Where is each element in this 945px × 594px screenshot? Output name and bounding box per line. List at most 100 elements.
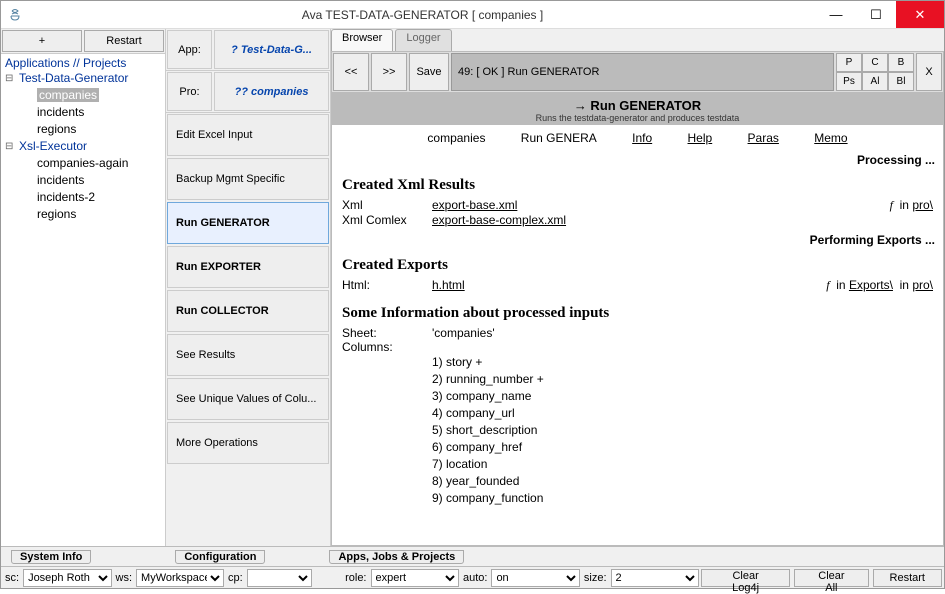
- column-item: 9) company_function: [432, 490, 933, 507]
- browser-viewport[interactable]: → Run GENERATOR Runs the testdata-genera…: [331, 93, 944, 546]
- bl-button[interactable]: Bl: [888, 72, 914, 91]
- pro-link[interactable]: pro\: [912, 198, 933, 212]
- clear-log4j-button[interactable]: Clear Log4j: [701, 569, 790, 587]
- forward-button[interactable]: >>: [371, 53, 407, 91]
- b-button[interactable]: B: [888, 53, 914, 72]
- column-item: 7) location: [432, 456, 933, 473]
- tree-leaf-companies[interactable]: companies: [5, 87, 161, 104]
- see-unique-values-button[interactable]: See Unique Values of Colu...: [167, 378, 329, 420]
- x-button[interactable]: X: [916, 53, 942, 91]
- more-operations-button[interactable]: More Operations: [167, 422, 329, 464]
- java-icon: [7, 7, 23, 23]
- size-select[interactable]: 2: [611, 569, 699, 587]
- pro-link-2[interactable]: pro\: [912, 278, 933, 292]
- pro-label: Pro:: [167, 72, 212, 111]
- link-run-genera: Run GENERA: [521, 131, 597, 145]
- column-item: 3) company_name: [432, 388, 933, 405]
- sc-select[interactable]: Joseph Roth: [23, 569, 111, 587]
- some-info-heading: Some Information about processed inputs: [342, 305, 933, 322]
- tree-leaf-incidents[interactable]: incidents: [5, 104, 161, 121]
- run-collector-button[interactable]: Run COLLECTOR: [167, 290, 329, 332]
- run-exporter-button[interactable]: Run EXPORTER: [167, 246, 329, 288]
- columns-label: Columns:: [342, 340, 432, 354]
- app-label: App:: [167, 30, 212, 69]
- export-base-link[interactable]: export-base.xml: [432, 198, 517, 212]
- cp-label: cp:: [224, 572, 247, 584]
- apps-jobs-projects-tab[interactable]: Apps, Jobs & Projects: [329, 550, 464, 564]
- right-panel: Browser Logger << >> Save 49: [ OK ] Run…: [331, 29, 944, 546]
- tree-folder-xsl-executor[interactable]: Xsl-Executor: [5, 138, 161, 155]
- tree-root[interactable]: Applications // Projects: [5, 56, 161, 70]
- restart-button[interactable]: Restart: [873, 569, 942, 587]
- tree-leaf-incidents-2b[interactable]: incidents-2: [5, 189, 161, 206]
- see-results-button[interactable]: See Results: [167, 334, 329, 376]
- format-button-grid: P C B Ps Al Bl: [836, 53, 914, 91]
- tree-leaf-incidents-2[interactable]: incidents: [5, 172, 161, 189]
- minimize-button[interactable]: —: [816, 1, 856, 28]
- tree-folder-test-data-generator[interactable]: Test-Data-Generator: [5, 70, 161, 87]
- h-html-link[interactable]: h.html: [432, 278, 465, 292]
- generator-title: → Run GENERATOR: [332, 98, 943, 113]
- save-button[interactable]: Save: [409, 53, 449, 91]
- maximize-button[interactable]: ☐: [856, 1, 896, 28]
- generator-header: → Run GENERATOR Runs the testdata-genera…: [332, 94, 943, 125]
- auto-select[interactable]: on: [491, 569, 579, 587]
- xml-complex-label: Xml Comlex: [342, 213, 432, 227]
- created-xml-heading: Created Xml Results: [342, 177, 933, 194]
- ws-select[interactable]: MyWorkspace: [136, 569, 224, 587]
- column-item: 5) short_description: [432, 422, 933, 439]
- close-button[interactable]: ✕: [896, 1, 944, 28]
- link-companies: companies: [427, 131, 485, 145]
- columns-list: 1) story + 2) running_number + 3) compan…: [342, 354, 933, 507]
- clear-all-button[interactable]: Clear All: [794, 569, 868, 587]
- window-title: Ava TEST-DATA-GENERATOR [ companies ]: [29, 8, 816, 22]
- created-exports-heading: Created Exports: [342, 257, 933, 274]
- restart-tree-button[interactable]: Restart: [84, 30, 164, 52]
- al-button[interactable]: Al: [862, 72, 888, 91]
- html-label: Html:: [342, 278, 432, 293]
- app-value[interactable]: ? Test-Data-G...: [214, 30, 329, 69]
- add-button[interactable]: +: [2, 30, 82, 52]
- backup-mgmt-button[interactable]: Backup Mgmt Specific: [167, 158, 329, 200]
- sc-label: sc:: [1, 572, 23, 584]
- c-button[interactable]: C: [862, 53, 888, 72]
- column-item: 4) company_url: [432, 405, 933, 422]
- role-label: role:: [341, 572, 370, 584]
- configuration-tab[interactable]: Configuration: [175, 550, 265, 564]
- column-item: 1) story +: [432, 354, 933, 371]
- titlebar: Ava TEST-DATA-GENERATOR [ companies ] — …: [1, 1, 944, 29]
- link-info[interactable]: Info: [632, 131, 652, 145]
- processing-text: Processing ...: [332, 151, 943, 169]
- back-button[interactable]: <<: [333, 53, 369, 91]
- column-item: 6) company_href: [432, 439, 933, 456]
- bottom-bar: sc: Joseph Roth ws: MyWorkspace cp: role…: [1, 566, 944, 588]
- status-tabs: System Info Configuration Apps, Jobs & P…: [1, 546, 944, 566]
- ws-label: ws:: [112, 572, 137, 584]
- tree-leaf-regions[interactable]: regions: [5, 121, 161, 138]
- auto-label: auto:: [459, 572, 491, 584]
- sheet-value: 'companies': [432, 326, 933, 340]
- exports-link[interactable]: Exports\: [849, 278, 893, 292]
- tab-browser[interactable]: Browser: [331, 29, 393, 51]
- column-item: 2) running_number +: [432, 371, 933, 388]
- tree-leaf-regions-2[interactable]: regions: [5, 206, 161, 223]
- p-button[interactable]: P: [836, 53, 862, 72]
- pro-value[interactable]: ?? companies: [214, 72, 329, 111]
- link-memo[interactable]: Memo: [814, 131, 847, 145]
- link-help[interactable]: Help: [688, 131, 713, 145]
- tab-logger[interactable]: Logger: [395, 29, 451, 51]
- column-item: 8) year_founded: [432, 473, 933, 490]
- edit-excel-button[interactable]: Edit Excel Input: [167, 114, 329, 156]
- xml-label: Xml: [342, 198, 432, 213]
- tree-leaf-companies-again[interactable]: companies-again: [5, 155, 161, 172]
- system-info-tab[interactable]: System Info: [11, 550, 91, 564]
- cp-select[interactable]: [247, 569, 312, 587]
- performing-exports-text: Performing Exports ...: [332, 231, 943, 249]
- role-select[interactable]: expert: [371, 569, 459, 587]
- export-base-complex-link[interactable]: export-base-complex.xml: [432, 213, 566, 227]
- run-generator-button[interactable]: Run GENERATOR: [167, 202, 329, 244]
- generator-links: companies Run GENERA Info Help Paras Mem…: [332, 125, 943, 151]
- ps-button[interactable]: Ps: [836, 72, 862, 91]
- link-paras[interactable]: Paras: [748, 131, 779, 145]
- projects-tree[interactable]: Applications // Projects Test-Data-Gener…: [1, 54, 165, 546]
